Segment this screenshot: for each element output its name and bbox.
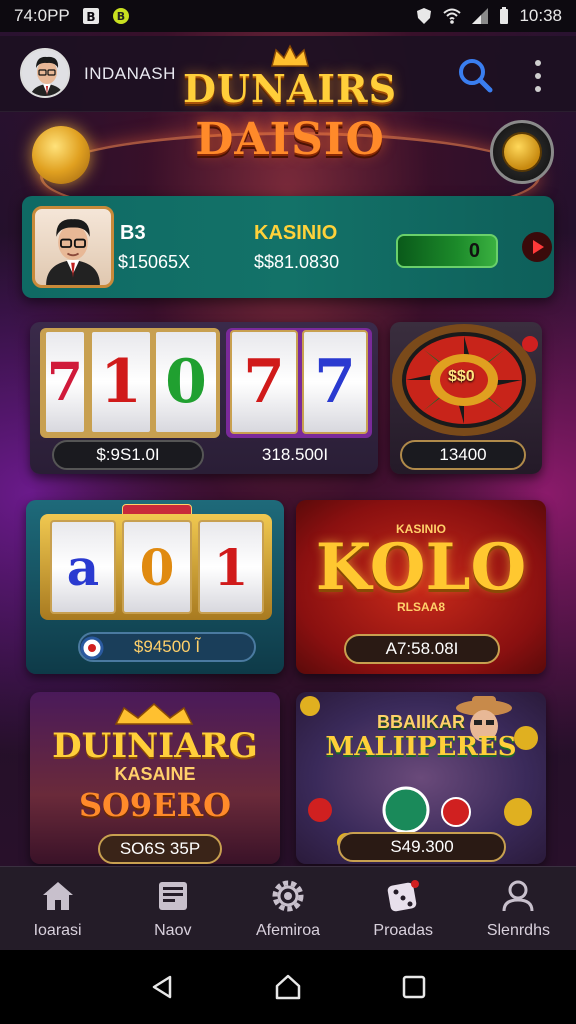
wifi-icon [443,8,462,24]
slot-reel: a [50,520,116,614]
nav-label: Naov [154,921,192,939]
slot-reel: 1 [198,520,264,614]
slot-reel: 7 [302,330,368,434]
gold-chip-icon [32,126,90,184]
status-time: 10:38 [519,6,562,25]
svg-text:B: B [86,10,95,24]
kolo-title: KOLO [315,530,527,605]
menu-dot [535,60,541,66]
menu-dot [535,73,541,79]
balance-toggle[interactable]: 0 [396,234,498,268]
shield-icon [417,8,432,24]
slot-amount[interactable]: $94500 Ĩ [78,632,256,662]
dice-icon [387,879,420,911]
user-avatar[interactable] [20,48,70,98]
home-button-icon[interactable] [273,972,303,1002]
multipliers-amount[interactable]: S49.300 [338,832,506,862]
game-tile-duiniarg[interactable]: DUINIARG KASAINE SO9ERO SO6S 35P [30,692,280,864]
game-tile-roulette[interactable]: $$0 13400 [390,322,542,474]
nav-item-home[interactable]: Ioarasi [0,867,115,950]
gear-icon [272,880,304,911]
game-tile-multipliers[interactable]: BBAIIKAR MALIIPERES S49.300 [296,692,546,864]
slot-reel: 1 [90,330,152,434]
logo-text-top: DUNAIRS [182,66,398,111]
player-balance: $15065X [118,252,191,272]
nav-item-profile[interactable]: Slenrdhs [461,867,576,950]
bet-amount[interactable]: $:9S1.0I [52,440,204,470]
app-notification-icon: B [112,8,129,24]
roulette-label: $$0 [448,368,475,385]
menu-dot [535,86,541,92]
svg-text:B: B [117,10,125,23]
game-tile-slots-2[interactable]: a 0 1 $94500 Ĩ [26,500,284,674]
game-tile-kolo[interactable]: KASINIO KOLO RLSAA8 A7:58.08I [296,500,546,674]
search-button[interactable] [454,54,496,96]
slot-reel: 0 [154,330,218,434]
nav-item-settings[interactable]: Afemiroa [230,867,345,950]
home-icon [42,881,73,910]
crown-icon [114,703,194,725]
coin-icon [502,132,542,172]
roulette-amount[interactable]: 13400 [400,440,526,470]
nav-label: Afemiroa [255,921,321,939]
play-button[interactable] [522,232,552,262]
back-icon[interactable] [148,973,176,1001]
player-id: B3 [120,222,146,244]
slot-reel: 7 [230,330,298,434]
nav-label: Slenrdhs [486,921,550,939]
status-time-left: 74:0PP [14,6,70,25]
user-name: INDANASH [84,64,176,83]
news-icon [158,881,187,910]
search-icon [459,59,493,93]
casino-label: KASINIO [254,222,338,244]
bottom-navigation: Ioarasi Naov Afemiroa Proadas Slenrdhs [0,866,576,950]
profile-avatar[interactable] [32,206,114,288]
user-icon [502,880,534,911]
duiniarg-amount[interactable]: SO6S 35P [98,834,222,864]
game-title-line1: DUINIARG [52,726,258,766]
crown-icon [271,44,309,67]
nav-label: Proadas [373,921,433,939]
slot-reel: 0 [122,520,192,614]
system-navigation-bar [0,950,576,1024]
casino-logo: DUNAIRS DAISIO [182,44,398,172]
notification-icon: B [82,8,99,24]
logo-text-bottom: DAISIO [195,114,385,165]
game-title-line1: BBAIIKAR [377,712,465,732]
kolo-amount[interactable]: A7:58.08I [344,634,500,664]
slot-reel: 7 [44,330,86,434]
casino-balance: $$81.0830 [254,252,340,272]
more-menu-button[interactable] [526,56,550,96]
nav-item-news[interactable]: Naov [115,867,230,950]
coin-button[interactable] [490,120,554,184]
status-bar: 74:0PP B B 10:38 [0,0,576,32]
nav-label: Ioarasi [33,921,82,939]
nav-item-games[interactable]: Proadas [346,867,461,950]
game-tile-slots[interactable]: 7 1 0 7 7 $:9S1.0I 318.500I [30,322,378,474]
recents-icon[interactable] [400,973,428,1001]
signal-icon [472,8,489,24]
game-title-line2: KASAINE [114,764,196,784]
kolo-bottom-label: RLSAA8 [396,600,445,614]
game-title-line2: MALIIPERES [325,732,517,762]
game-title-line3: SO9ERO [78,786,232,824]
jackpot-amount: 318.500I [261,445,329,464]
profile-card: B3 $15065X KASINIO $$81.0830 0 [22,196,554,298]
toggle-value: 0 [468,239,480,262]
chip-icon [80,636,104,660]
battery-icon [500,7,509,24]
play-icon [533,240,544,254]
